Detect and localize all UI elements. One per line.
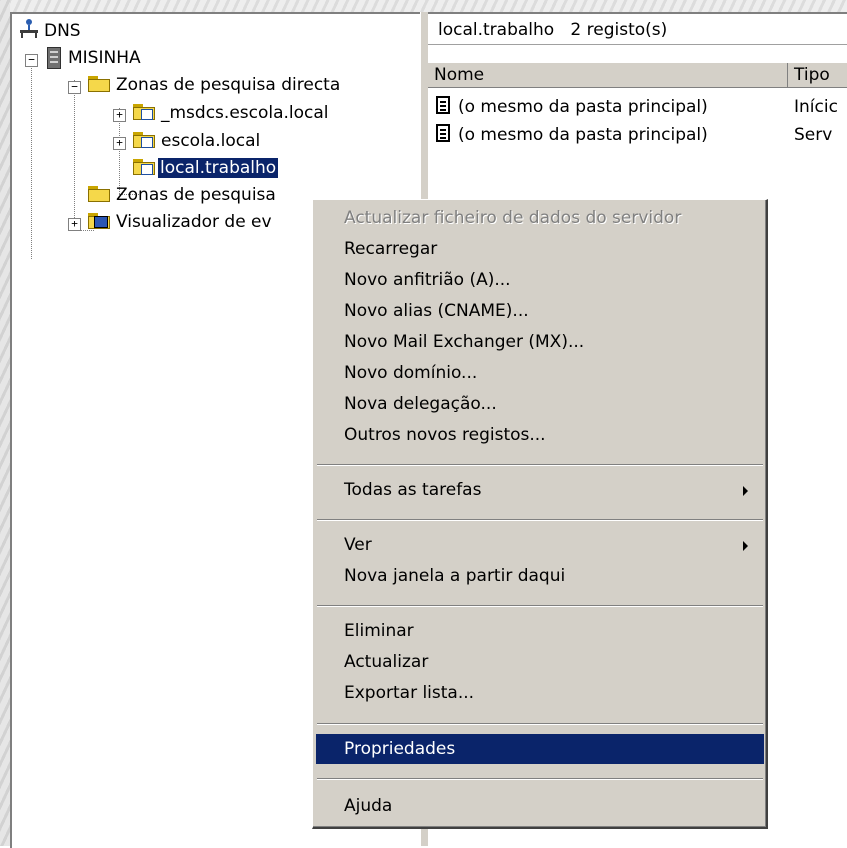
menu-item-view[interactable]: Ver <box>316 530 764 560</box>
menu-item-refresh[interactable]: Actualizar <box>316 647 764 677</box>
tree-label-reverse-zones: Zonas de pesquisa <box>116 185 276 205</box>
menu-item-new-domain[interactable]: Novo domínio... <box>316 358 764 388</box>
menu-separator <box>317 723 763 725</box>
menu-item-new-delegation[interactable]: Nova delegação... <box>316 389 764 419</box>
menu-separator <box>317 605 763 607</box>
record-type: Inícic <box>794 97 838 117</box>
menu-item-new-alias[interactable]: Novo alias (CNAME)... <box>316 296 764 326</box>
column-headers: Nome Tipo <box>428 62 847 88</box>
menu-item-other-records[interactable]: Outros novos registos... <box>316 420 764 450</box>
zone-folder-icon <box>133 159 155 175</box>
tree-label-dns: DNS <box>44 21 81 41</box>
list-item[interactable]: (o mesmo da pasta principal) Inícic <box>436 94 847 120</box>
submenu-arrow-icon <box>743 541 748 551</box>
context-menu: Actualizar ficheiro de dados do servidor… <box>312 199 768 829</box>
tree-label-zone: escola.local <box>161 131 261 151</box>
window-frame-left <box>0 0 10 846</box>
submenu-arrow-icon <box>743 486 748 496</box>
folder-icon <box>88 186 110 202</box>
column-header-tipo[interactable]: Tipo <box>788 63 847 87</box>
menu-separator <box>317 778 763 780</box>
list-item[interactable]: (o mesmo da pasta principal) Serv <box>436 122 847 148</box>
menu-item-all-tasks-label: Todas as tarefas <box>344 480 482 500</box>
menu-item-delete[interactable]: Eliminar <box>316 616 764 646</box>
collapse-icon[interactable]: − <box>68 81 81 94</box>
menu-item-all-tasks[interactable]: Todas as tarefas <box>316 475 764 505</box>
tree-label-forward-zones: Zonas de pesquisa directa <box>116 75 341 95</box>
record-type: Serv <box>794 125 833 145</box>
window-frame-top <box>0 0 847 12</box>
menu-separator <box>317 464 763 466</box>
expand-icon[interactable]: + <box>113 137 126 150</box>
menu-item-view-label: Ver <box>344 535 372 555</box>
results-header-title: local.trabalho 2 registo(s) <box>438 20 668 40</box>
tree-label-event-viewer: Visualizador de ev <box>116 212 272 232</box>
tree-label-zone: _msdcs.escola.local <box>161 103 329 123</box>
menu-item-properties[interactable]: Propriedades <box>316 734 764 764</box>
menu-item-reload[interactable]: Recarregar <box>316 234 764 264</box>
zone-folder-icon <box>133 104 155 120</box>
expand-icon[interactable]: + <box>113 109 126 122</box>
dns-icon <box>18 18 40 40</box>
menu-item-new-host[interactable]: Novo anfitrião (A)... <box>316 265 764 295</box>
results-header: local.trabalho 2 registo(s) <box>428 14 847 45</box>
menu-separator <box>317 519 763 521</box>
menu-item-help[interactable]: Ajuda <box>316 791 764 821</box>
menu-item-export-list[interactable]: Exportar lista... <box>316 678 764 708</box>
event-viewer-icon <box>88 213 110 229</box>
server-icon <box>47 47 61 69</box>
tree-label-zone-selected: local.trabalho <box>156 157 280 179</box>
collapse-icon[interactable]: − <box>25 54 38 67</box>
tree-line <box>74 80 75 230</box>
record-name: (o mesmo da pasta principal) <box>458 97 708 117</box>
zone-folder-icon <box>133 132 155 148</box>
record-icon <box>436 96 450 114</box>
column-header-nome[interactable]: Nome <box>428 63 788 87</box>
tree-label-server: MISINHA <box>68 48 141 68</box>
record-name: (o mesmo da pasta principal) <box>458 125 708 145</box>
tree-line <box>31 54 32 259</box>
menu-item-update-server-file: Actualizar ficheiro de dados do servidor <box>344 208 682 228</box>
menu-item-new-window[interactable]: Nova janela a partir daqui <box>316 561 764 591</box>
menu-item-new-mail-exchanger[interactable]: Novo Mail Exchanger (MX)... <box>316 327 764 357</box>
record-icon <box>436 124 450 142</box>
expand-icon[interactable]: + <box>68 218 81 231</box>
folder-icon <box>88 76 110 92</box>
